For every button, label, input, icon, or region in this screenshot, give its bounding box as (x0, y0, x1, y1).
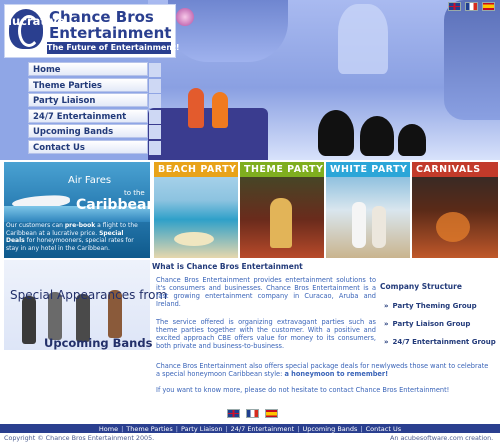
footer-link-party-liaison[interactable]: Party Liaison (181, 425, 222, 433)
site-credit[interactable]: An acubesoftware.com creation. (390, 434, 493, 442)
link-party-theming-group[interactable]: Party Theming Group (384, 302, 477, 310)
footer-link-theme-parties[interactable]: Theme Parties (126, 425, 173, 433)
card-title: CARNIVALS (412, 162, 498, 177)
service-paragraph: The service offered is organizing extrav… (156, 318, 376, 350)
guest-shape (372, 206, 386, 248)
contact-paragraph: If you want to know more, please do not … (156, 386, 450, 394)
bar-counter-shape (148, 108, 268, 160)
honeymoon-paragraph: Chance Bros Entertainment also offers sp… (156, 362, 492, 378)
card-title: BEACH PARTY (154, 162, 238, 177)
page-title: What is Chance Bros Entertainment (152, 262, 303, 271)
dancer-shape (338, 4, 388, 74)
dancer-shape (212, 92, 228, 128)
main-navigation: Home Theme Parties Party Liaison 24/7 En… (28, 62, 161, 155)
nav-item-home[interactable]: Home (28, 62, 161, 77)
link-24-7-entertainment-group[interactable]: 24/7 Entertainment Group (384, 338, 496, 346)
guest-shape (352, 202, 366, 248)
footer-link-contact-us[interactable]: Contact Us (366, 425, 402, 433)
header-party-illustration (148, 0, 500, 160)
white-party-card[interactable]: WHITE PARTY (326, 162, 410, 258)
beach-party-card[interactable]: BEACH PARTY (154, 162, 238, 258)
dancer-shape (444, 0, 500, 120)
nav-item-upcoming-bands[interactable]: Upcoming Bands (28, 124, 161, 139)
footer-link-24-7-entertainment[interactable]: 24/7 Entertainment (231, 425, 295, 433)
link-party-liaison-group[interactable]: Party Liaison Group (384, 320, 471, 328)
nav-item-24-7-entertainment[interactable]: 24/7 Entertainment (28, 108, 161, 124)
logo-title-line2: Entertainment (49, 24, 172, 42)
card-title: THEME PARTY (240, 162, 324, 177)
company-structure-heading: Company Structure (380, 282, 462, 291)
honeymoon-highlight: a honeymoon to remember! (284, 370, 389, 378)
footer-navigation: Home | Theme Parties | Party Liaison | 24/7… (98, 424, 402, 433)
flag-fr-icon[interactable] (465, 2, 478, 11)
nav-item-theme-parties[interactable]: Theme Parties (28, 77, 161, 93)
airfares-heading-line1: lucrative (8, 14, 66, 28)
tagline: The Future of Entertainment! (47, 42, 180, 54)
logo[interactable]: Chance Bros Entertainment The Future of … (4, 4, 180, 58)
flag-fr-icon[interactable] (246, 409, 259, 418)
footer-link-upcoming-bands[interactable]: Upcoming Bands (302, 425, 357, 433)
flag-es-icon[interactable] (482, 2, 495, 11)
flag-uk-icon[interactable] (227, 409, 240, 418)
theme-party-card[interactable]: THEME PARTY (240, 162, 324, 258)
disco-ball-icon (176, 8, 194, 26)
intro-paragraph: Chance Bros Entertainment provides enter… (156, 276, 376, 308)
performer-shape (270, 198, 292, 248)
card-title: WHITE PARTY (326, 162, 410, 177)
party-promo-row: BEACH PARTY THEME PARTY WHITE PARTY CARN… (4, 162, 498, 258)
flag-uk-icon[interactable] (448, 2, 461, 11)
footer-link-home[interactable]: Home (99, 425, 118, 433)
special-appearances-heading: Special Appearances from (10, 288, 168, 302)
language-flags (448, 2, 495, 11)
copyright: Copyright © Chance Bros Entertainment 20… (4, 434, 155, 442)
dancer-shape (188, 88, 204, 128)
dancer-silhouette (398, 124, 426, 156)
band-member-shape (22, 296, 36, 344)
dancer-silhouette (360, 116, 394, 156)
costume-shape (436, 212, 470, 242)
upcoming-bands-heading: Upcoming Bands (44, 336, 153, 350)
footer-language-flags (227, 409, 278, 418)
nav-item-party-liaison[interactable]: Party Liaison (28, 93, 161, 108)
dancer-silhouette (318, 110, 354, 156)
carnivals-card[interactable]: CARNIVALS (412, 162, 498, 258)
beach-shape (174, 232, 214, 246)
flag-es-icon[interactable] (265, 409, 278, 418)
nav-item-contact-us[interactable]: Contact Us (28, 139, 161, 155)
